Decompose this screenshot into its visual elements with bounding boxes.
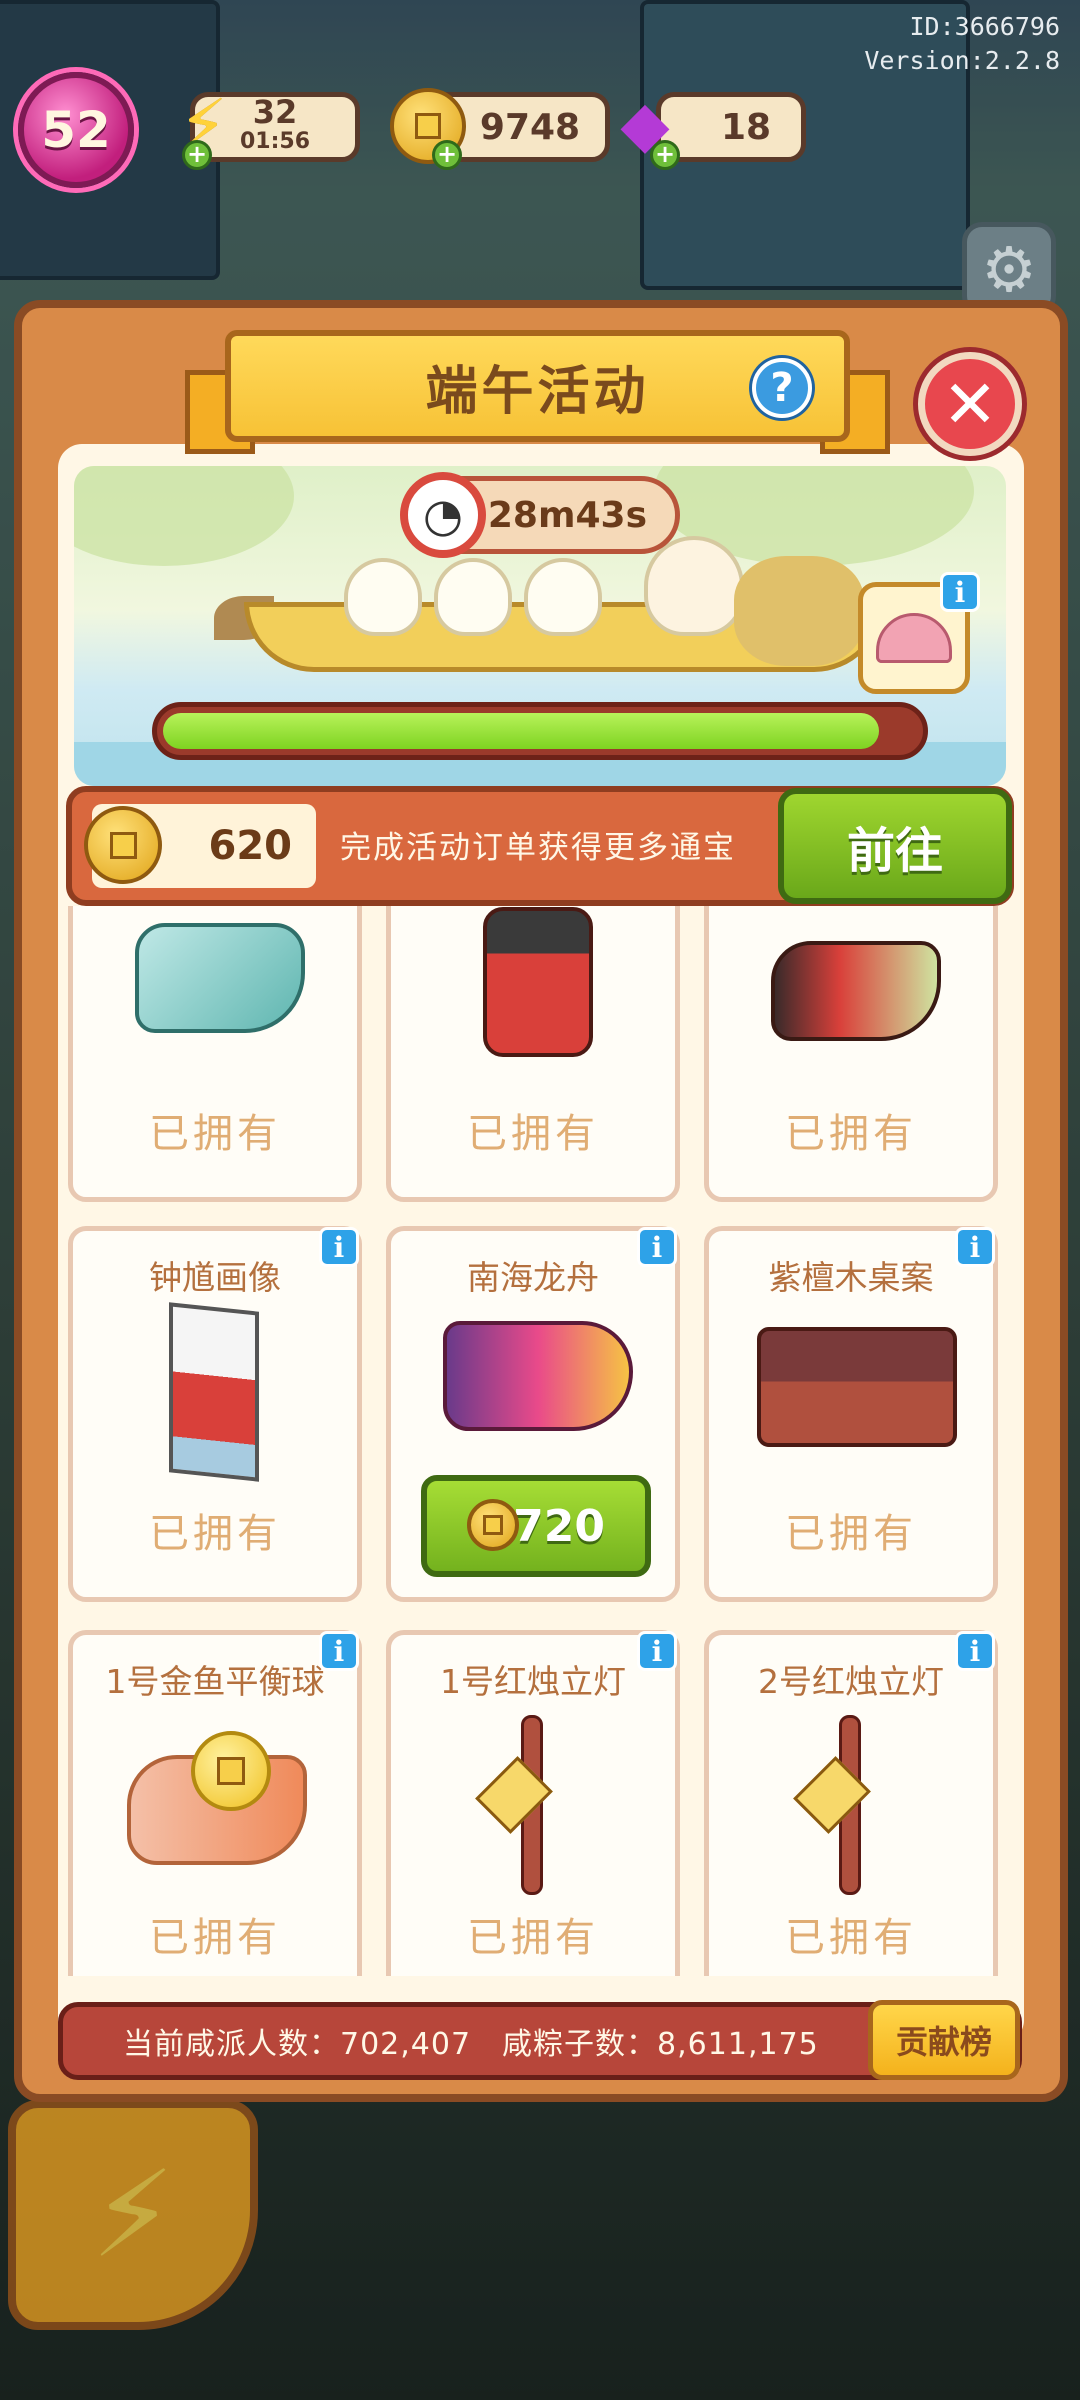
energy-timer: 01:56 [239, 129, 311, 154]
energy-value: 32 [252, 93, 298, 131]
version-text: Version:2.2.8 [864, 46, 1060, 75]
coin-icon [467, 1499, 519, 1551]
shop-item-card[interactable]: 已拥有 [704, 906, 998, 1202]
close-icon[interactable]: ✕ [918, 352, 1022, 456]
user-id: ID:3666796 [909, 12, 1060, 41]
info-icon[interactable]: i [319, 1227, 359, 1267]
owned-label: 已拥有 [149, 1915, 281, 1961]
shop-item-card[interactable]: 已拥有 [386, 906, 680, 1202]
owned-label: 已拥有 [149, 1511, 281, 1557]
help-icon[interactable]: ? [752, 358, 812, 418]
coin-total: 9748 [479, 106, 581, 148]
owned-label: 已拥有 [785, 1915, 917, 1961]
energy-shortcut-button[interactable]: ⚡ [8, 2100, 258, 2330]
owned-label: 已拥有 [785, 1511, 917, 1557]
shop-item-card[interactable]: 1号红烛立灯 i 已拥有 [386, 1630, 680, 1976]
info-icon[interactable]: i [955, 1227, 995, 1267]
item-name: 1号金鱼平衡球 [105, 1662, 325, 1701]
item-name: 紫檀木桌案 [768, 1258, 934, 1297]
coin-icon [84, 806, 162, 884]
shop-item-card[interactable]: 南海龙舟 i 720 [386, 1226, 680, 1602]
golden-ball [191, 1731, 271, 1811]
panel-title: 端午活动 [425, 361, 650, 422]
dragon-head [734, 556, 864, 666]
zhong-kui-portrait-image [169, 1302, 259, 1482]
dumpling-captain [644, 536, 744, 636]
event-coin-value: 620 [208, 823, 293, 869]
info-icon[interactable]: i [940, 572, 980, 612]
event-progress-bar [152, 702, 928, 760]
bridge-reward-icon [876, 613, 952, 663]
info-icon[interactable]: i [955, 1631, 995, 1671]
black-dragon-boat-image [771, 941, 941, 1041]
dumpling-rower [434, 558, 512, 636]
item-name: 2号红烛立灯 [758, 1662, 944, 1701]
info-icon[interactable]: i [637, 1227, 677, 1267]
version-info: ID:3666796 Version:2.2.8 [864, 10, 1060, 78]
info-icon[interactable]: i [319, 1631, 359, 1671]
background-bush [74, 466, 294, 566]
leaderboard-button[interactable]: 贡献榜 [868, 2000, 1020, 2080]
owned-label: 已拥有 [785, 1111, 917, 1157]
stats-text: 当前咸派人数：702,407 咸粽子数：8,611,175 [123, 2027, 819, 2062]
shop-item-card[interactable]: 钟馗画像 i 已拥有 [68, 1226, 362, 1602]
go-button[interactable]: 前往 [778, 788, 1012, 904]
shop-item-card[interactable]: 已拥有 [68, 906, 362, 1202]
energy-plus-button[interactable]: + [182, 140, 212, 170]
progress-fill [163, 713, 880, 749]
owned-label: 已拥有 [467, 1111, 599, 1157]
jade-dragon-boat-image [135, 923, 305, 1033]
timer-value: 28m43s [487, 494, 647, 536]
item-price: 720 [513, 1500, 605, 1552]
info-icon[interactable]: i [637, 1631, 677, 1671]
dumpling-rower [524, 558, 602, 636]
owned-label: 已拥有 [467, 1915, 599, 1961]
owned-label: 已拥有 [149, 1111, 281, 1157]
bolt-icon: ⚡ [90, 2145, 176, 2285]
gem-plus-button[interactable]: + [650, 140, 680, 170]
gem-total: 18 [720, 106, 772, 148]
buy-button[interactable]: 720 [421, 1475, 651, 1577]
rosewood-desk-image [757, 1327, 957, 1447]
shop-item-card[interactable]: 1号金鱼平衡球 i 已拥有 [68, 1630, 362, 1976]
item-name: 南海龙舟 [467, 1258, 599, 1297]
shop-item-card[interactable]: 紫檀木桌案 i 已拥有 [704, 1226, 998, 1602]
item-name: 钟馗画像 [149, 1258, 281, 1297]
currency-bar: 620 完成活动订单获得更多通宝 前往 [66, 786, 1014, 906]
zhong-kui-figure-image [483, 907, 593, 1057]
dumpling-rower [344, 558, 422, 636]
item-name: 1号红烛立灯 [440, 1662, 626, 1701]
shop-item-grid: 已拥有 已拥有 已拥有 钟馗画像 i 已拥有 南海龙舟 i 720 紫檀木桌案 … [68, 906, 998, 1976]
order-hint-text: 完成活动订单获得更多通宝 [340, 830, 736, 866]
south-sea-dragon-boat-image [443, 1321, 633, 1431]
shop-item-card[interactable]: 2号红烛立灯 i 已拥有 [704, 1630, 998, 1976]
level-badge[interactable]: 52 [18, 72, 134, 188]
coin-plus-button[interactable]: + [432, 140, 462, 170]
level-value: 52 [41, 101, 111, 159]
clock-icon: ◔ [400, 472, 486, 558]
